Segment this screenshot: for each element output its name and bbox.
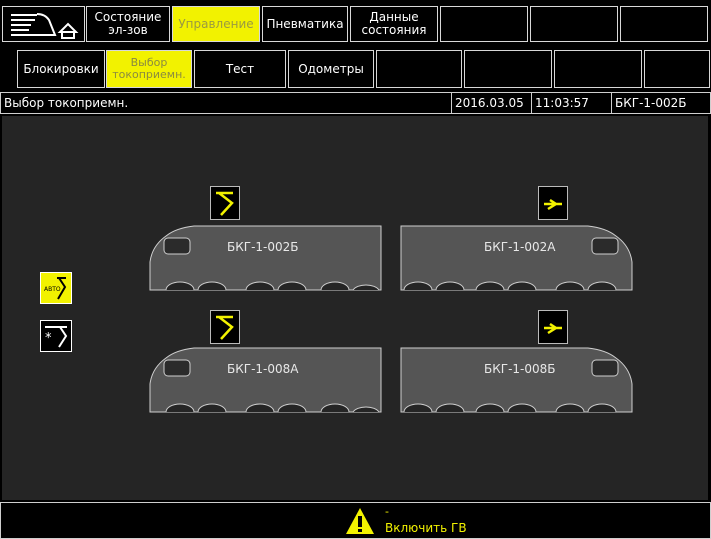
main-panel: АВТО * БКГ-1-002Б БКГ-1-002А БКГ-1-008А …	[2, 116, 708, 500]
tab-control-label: Управление	[178, 16, 254, 31]
tab-state-el[interactable]: Состояние эл-зов	[86, 6, 170, 42]
locomotive-4-label: БКГ-1-008Б	[484, 362, 556, 376]
locomotive-3-pantograph[interactable]	[210, 310, 240, 344]
status-bar: Выбор токоприемн. 2016.03.05 11:03:57 БК…	[0, 92, 711, 114]
pantograph-lowered-icon	[544, 198, 562, 211]
locomotive-2[interactable]	[396, 212, 636, 306]
svg-text:*: *	[45, 331, 52, 346]
screen-title: Выбор токоприемн.	[4, 96, 129, 110]
locomotive-2-pantograph[interactable]	[538, 186, 568, 220]
locomotive-1-label: БКГ-1-002Б	[227, 240, 299, 254]
subtab-blocks[interactable]: Блокировки	[17, 50, 105, 88]
alert-bar: - Включить ГВ	[0, 502, 711, 539]
subtab-empty-1[interactable]	[376, 50, 462, 88]
subtab-empty-2[interactable]	[464, 50, 552, 88]
tab-empty-2[interactable]	[530, 6, 618, 42]
tab-control[interactable]: Управление	[172, 6, 260, 42]
tab-pneumatics-label: Пневматика	[266, 16, 344, 31]
pantograph-raised-icon	[216, 315, 234, 340]
locomotive-3-label: БКГ-1-008А	[227, 362, 299, 376]
status-unit: БКГ-1-002Б	[611, 93, 710, 113]
warning-icon	[346, 508, 374, 534]
locomotive-4[interactable]	[396, 334, 636, 428]
subtab-panto-select-label: Выбор токоприемн.	[112, 56, 186, 81]
status-time: 11:03:57	[531, 93, 611, 113]
home-button[interactable]	[2, 6, 85, 42]
alert-cell[interactable]: - Включить ГВ	[341, 503, 481, 538]
subtab-empty-3[interactable]	[554, 50, 642, 88]
locomotive-4-pantograph[interactable]	[538, 310, 568, 344]
winter-mode-button[interactable]: *	[40, 320, 72, 352]
subtab-blocks-label: Блокировки	[23, 61, 99, 76]
pantograph-lowered-icon	[544, 322, 562, 335]
tab-data-state[interactable]: Данные состояния	[350, 6, 438, 42]
subtab-panto-select[interactable]: Выбор токоприемн.	[106, 50, 192, 88]
subtab-test-label: Тест	[225, 61, 255, 76]
alert-message: Включить ГВ	[385, 521, 467, 535]
locomotive-1-pantograph[interactable]	[210, 186, 240, 220]
alert-code: -	[385, 505, 389, 518]
tab-empty-3[interactable]	[620, 6, 708, 42]
locomotive-2-label: БКГ-1-002А	[484, 240, 556, 254]
subtab-test[interactable]: Тест	[194, 50, 286, 88]
subtab-odometers[interactable]: Одометры	[288, 50, 374, 88]
locomotive-3[interactable]	[146, 334, 386, 428]
subtab-odometers-label: Одометры	[298, 61, 364, 76]
tab-state-el-label: Состояние эл-зов	[94, 10, 162, 37]
locomotive-1[interactable]	[146, 212, 386, 306]
auto-mode-button[interactable]: АВТО	[40, 272, 72, 304]
tab-pneumatics[interactable]: Пневматика	[262, 6, 348, 42]
pantograph-auto-icon: АВТО	[44, 277, 67, 300]
pantograph-raised-icon	[216, 191, 234, 216]
tab-empty-1[interactable]	[440, 6, 528, 42]
pantograph-snowflake-icon: *	[45, 326, 68, 348]
auto-mode-label: АВТО	[44, 286, 61, 293]
status-date: 2016.03.05	[451, 93, 531, 113]
home-menu-icon	[10, 13, 78, 39]
subtab-empty-4[interactable]	[644, 50, 710, 88]
tab-data-state-label: Данные состояния	[361, 10, 427, 37]
